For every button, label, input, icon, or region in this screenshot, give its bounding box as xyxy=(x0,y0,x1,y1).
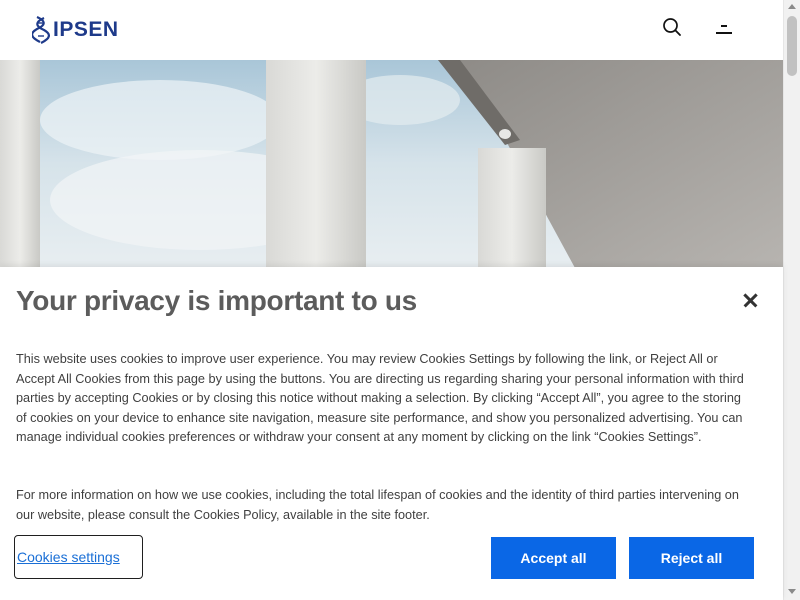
site-header: IPSEN xyxy=(0,0,783,60)
menu-icon xyxy=(721,25,727,27)
cookie-consent-dialog: Your privacy is important to us This web… xyxy=(0,267,783,600)
scroll-thumb[interactable] xyxy=(787,16,797,76)
cookie-policy-info: For more information on how we use cooki… xyxy=(16,488,739,522)
page-scrollbar[interactable] xyxy=(783,0,800,600)
reject-all-button[interactable]: Reject all xyxy=(629,537,754,579)
menu-icon-bar xyxy=(716,32,732,34)
scroll-up-arrow-icon[interactable] xyxy=(788,4,796,9)
cookies-settings-button[interactable]: Cookies settings xyxy=(14,535,143,579)
hero-illustration xyxy=(0,60,783,268)
cookies-settings-label: Cookies settings xyxy=(17,549,120,565)
search-button[interactable] xyxy=(660,15,684,39)
accept-all-button[interactable]: Accept all xyxy=(491,537,616,579)
accept-all-label: Accept all xyxy=(520,550,587,566)
logo-mark-icon xyxy=(32,15,50,44)
cookie-dialog-title: Your privacy is important to us xyxy=(16,285,417,316)
search-icon xyxy=(663,18,681,36)
close-icon[interactable] xyxy=(741,291,761,311)
hero-image xyxy=(0,60,783,268)
logo-text: IPSEN xyxy=(53,18,119,41)
cookie-description: This website uses cookies to improve use… xyxy=(16,352,744,445)
reject-all-label: Reject all xyxy=(660,550,723,566)
ipsen-logo[interactable]: IPSEN xyxy=(32,14,119,46)
scroll-down-arrow-icon[interactable] xyxy=(788,589,796,594)
menu-button[interactable] xyxy=(712,20,736,40)
